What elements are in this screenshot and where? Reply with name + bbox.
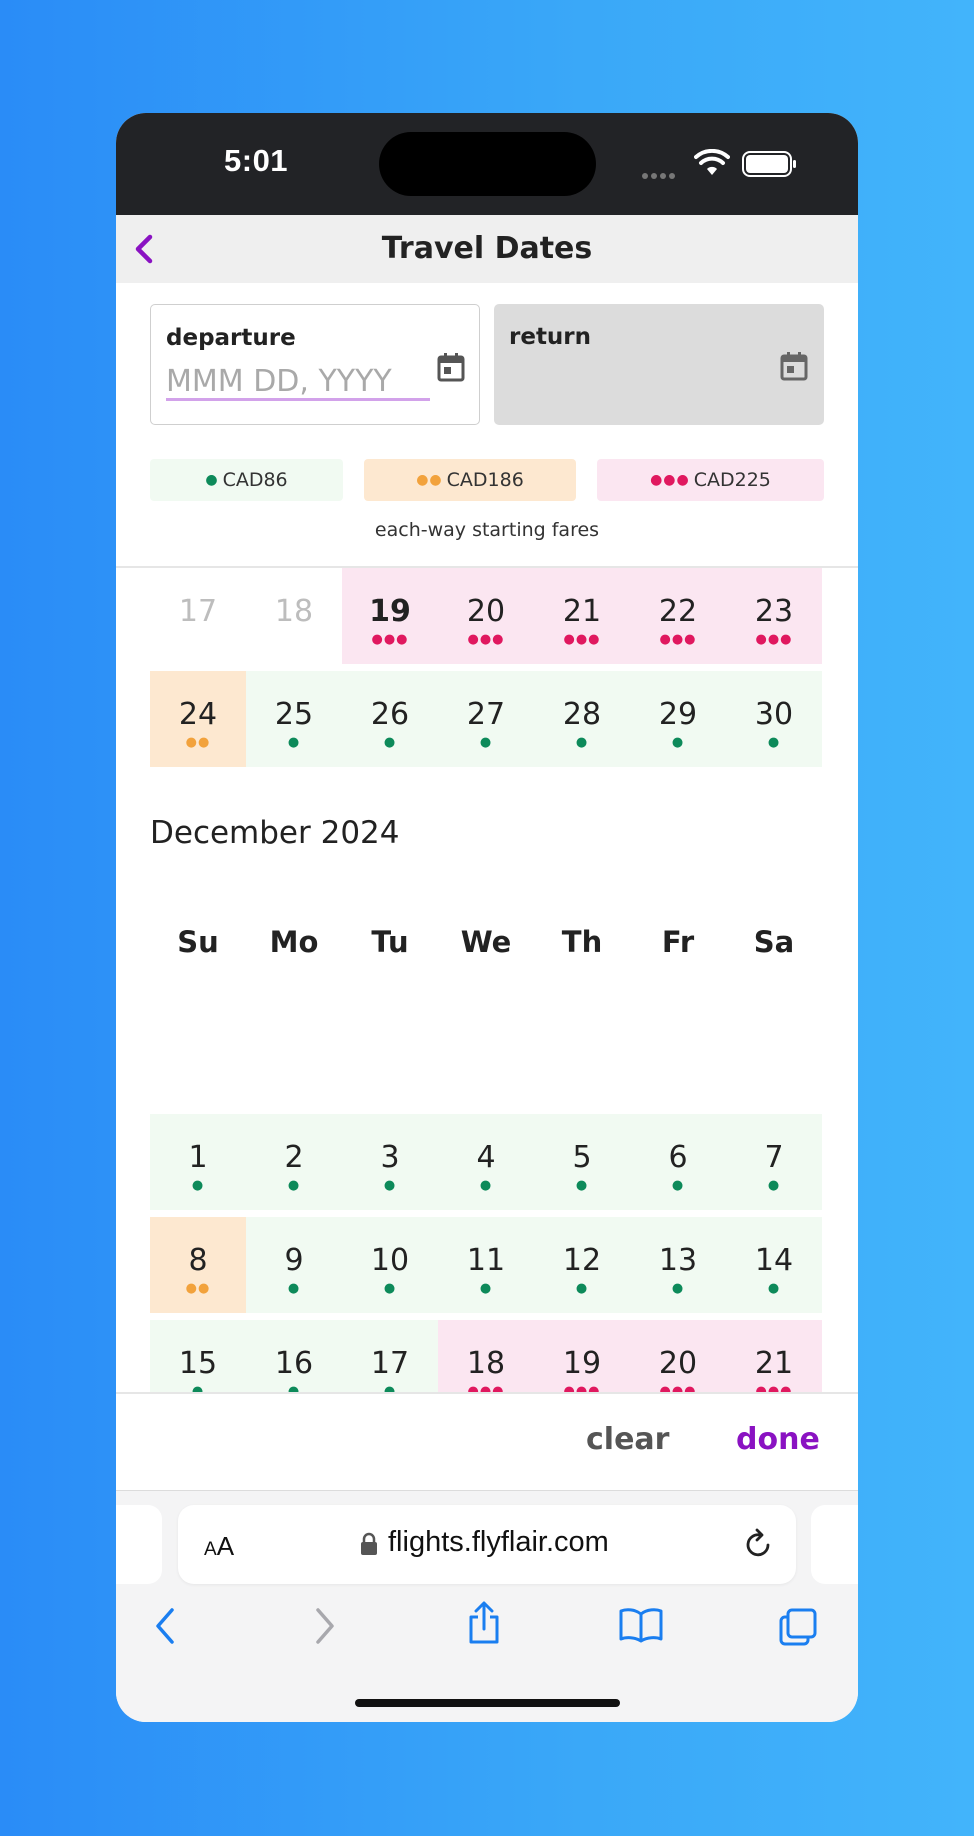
reload-icon[interactable]: [743, 1527, 775, 1561]
day-cell[interactable]: 19 ●●●: [534, 1320, 630, 1392]
fare-legend-low: ● CAD86: [150, 459, 343, 501]
departure-date-input[interactable]: [166, 365, 430, 401]
status-bar: 5:01: [116, 113, 858, 215]
url-text: flights.flyflair.com: [388, 1526, 609, 1558]
status-time: 5:01: [224, 143, 289, 178]
day-cell[interactable]: 25 ●: [246, 671, 342, 767]
browser-back-icon[interactable]: [154, 1607, 176, 1645]
fare-legend-high: ●●● CAD225: [597, 459, 824, 501]
day-cell[interactable]: 4 ●: [438, 1114, 534, 1210]
day-cell[interactable]: 20 ●●●: [630, 1320, 726, 1392]
day-cell: 17: [178, 594, 218, 629]
wifi-icon: [694, 149, 730, 175]
next-tab-preview[interactable]: [811, 1505, 858, 1584]
page-title: Travel Dates: [381, 231, 593, 266]
fares-note: each-way starting fares: [374, 519, 600, 541]
phone-frame: 5:01 Travel Dates departure MMM DD, YYYY…: [116, 113, 858, 1722]
return-label: return: [509, 324, 592, 350]
done-button[interactable]: done: [736, 1422, 820, 1457]
fare-legend-mid: ●● CAD186: [364, 459, 576, 501]
calendar-icon[interactable]: [780, 351, 808, 381]
reader-settings-button[interactable]: AA: [204, 1531, 234, 1562]
day-cell[interactable]: 29 ●: [630, 671, 726, 767]
tabs-icon[interactable]: [778, 1607, 818, 1647]
day-cell[interactable]: 9 ●: [246, 1217, 342, 1313]
weekday-header: Mo: [269, 925, 319, 959]
day-cell[interactable]: 5 ●: [534, 1114, 630, 1210]
day-cell[interactable]: 7 ●: [726, 1114, 822, 1210]
battery-icon: [742, 151, 796, 177]
calendar-scroll[interactable]: 17 18 19 ●●● 20 ●●● 21 ●●● 22 ●●● 23 ●●● 24 ●●…: [116, 568, 858, 1392]
day-cell[interactable]: 11 ●: [438, 1217, 534, 1313]
day-cell[interactable]: 28 ●: [534, 671, 630, 767]
browser-toolbar: AA flights.flyflair.com: [116, 1490, 858, 1722]
return-field[interactable]: return: [494, 304, 824, 425]
day-cell[interactable]: 14 ●: [726, 1217, 822, 1313]
home-indicator[interactable]: [355, 1699, 620, 1707]
share-icon[interactable]: [466, 1601, 502, 1645]
calendar-icon[interactable]: [437, 352, 465, 382]
previous-tab-preview[interactable]: [116, 1505, 162, 1584]
day-cell[interactable]: 19 ●●●: [342, 568, 438, 664]
day-cell[interactable]: 27 ●: [438, 671, 534, 767]
day-cell[interactable]: 13 ●: [630, 1217, 726, 1313]
day-cell[interactable]: 22 ●●●: [630, 568, 726, 664]
day-cell[interactable]: 1 ●: [150, 1114, 246, 1210]
address-bar[interactable]: AA flights.flyflair.com: [178, 1505, 796, 1584]
weekday-header: We: [460, 925, 512, 959]
day-cell[interactable]: 18 ●●●: [438, 1320, 534, 1392]
weekday-header: Th: [561, 925, 603, 959]
day-cell[interactable]: 16 ●: [246, 1320, 342, 1392]
weekday-header: Su: [177, 925, 219, 959]
day-cell[interactable]: 3 ●: [342, 1114, 438, 1210]
browser-forward-icon[interactable]: [314, 1607, 336, 1645]
clear-button[interactable]: clear: [586, 1422, 669, 1457]
bookmarks-icon[interactable]: [618, 1607, 664, 1643]
navigation-bar: Travel Dates: [116, 215, 858, 283]
day-cell[interactable]: 6 ●: [630, 1114, 726, 1210]
day-cell: 18: [274, 594, 314, 629]
day-cell[interactable]: 21 ●●●: [726, 1320, 822, 1392]
day-cell[interactable]: 12 ●: [534, 1217, 630, 1313]
action-footer: clear done: [116, 1392, 858, 1490]
day-cell[interactable]: 17 ●: [342, 1320, 438, 1392]
lock-icon: [361, 1532, 377, 1555]
departure-label: departure: [166, 325, 296, 351]
month-title: December 2024: [150, 815, 400, 851]
day-cell[interactable]: 23 ●●●: [726, 568, 822, 664]
day-cell[interactable]: 24 ●●: [150, 671, 246, 767]
day-cell[interactable]: 21 ●●●: [534, 568, 630, 664]
cellular-signal-icon: [642, 164, 678, 183]
day-cell[interactable]: 15 ●: [150, 1320, 246, 1392]
day-cell[interactable]: 2 ●: [246, 1114, 342, 1210]
weekday-header: Tu: [371, 925, 409, 959]
departure-field[interactable]: departure: [150, 304, 480, 425]
weekday-header: Sa: [753, 925, 795, 959]
day-cell[interactable]: 30 ●: [726, 671, 822, 767]
dynamic-island: [379, 132, 596, 196]
weekday-header: Fr: [661, 925, 695, 959]
day-cell[interactable]: 20 ●●●: [438, 568, 534, 664]
day-cell[interactable]: 10 ●: [342, 1217, 438, 1313]
day-cell[interactable]: 26 ●: [342, 671, 438, 767]
day-cell[interactable]: 8 ●●: [150, 1217, 246, 1313]
